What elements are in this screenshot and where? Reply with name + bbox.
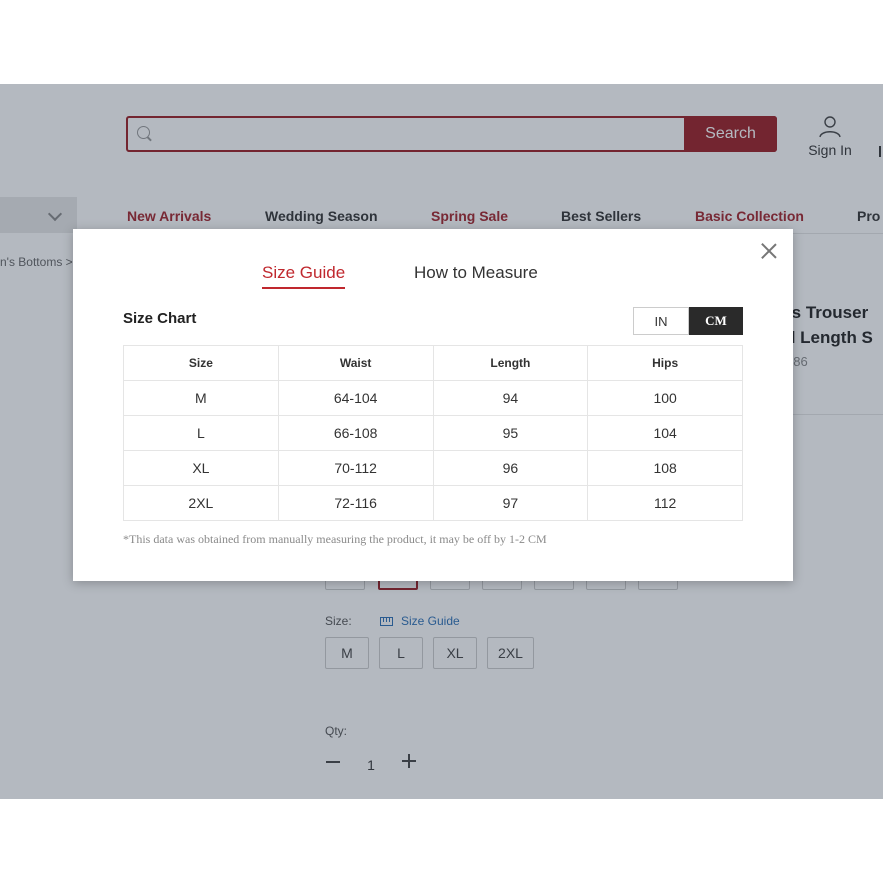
- size-chart-title: Size Chart: [123, 310, 197, 327]
- unit-cm-button[interactable]: CM: [689, 307, 743, 335]
- table-cell: 94: [432, 380, 589, 416]
- unit-toggle: IN CM: [633, 307, 743, 335]
- measurement-note: *This data was obtained from manually me…: [123, 532, 547, 546]
- table-cell: 70-112: [277, 450, 434, 486]
- column-header: Hips: [587, 345, 743, 381]
- tab-size-guide[interactable]: Size Guide: [262, 263, 346, 289]
- table-row: M 64-104 94 100: [123, 380, 743, 416]
- tab-how-to-measure[interactable]: How to Measure: [414, 263, 538, 287]
- table-cell: 108: [587, 450, 743, 486]
- table-cell: 112: [587, 485, 743, 521]
- table-cell: 97: [432, 485, 589, 521]
- table-row: 2XL 72-116 97 112: [123, 485, 743, 521]
- column-header: Size: [123, 345, 279, 381]
- table-cell: 100: [587, 380, 743, 416]
- table-cell: 64-104: [277, 380, 434, 416]
- table-cell: 95: [432, 415, 589, 451]
- table-cell: L: [123, 415, 279, 451]
- size-guide-modal: Size Guide How to Measure Size Chart IN …: [73, 229, 793, 581]
- table-cell: 2XL: [123, 485, 279, 521]
- table-header-row: Size Waist Length Hips: [123, 345, 743, 381]
- table-cell: XL: [123, 450, 279, 486]
- table-cell: M: [123, 380, 279, 416]
- column-header: Length: [432, 345, 589, 381]
- column-header: Waist: [277, 345, 434, 381]
- close-icon[interactable]: [761, 243, 777, 259]
- unit-in-button[interactable]: IN: [633, 307, 689, 335]
- table-row: L 66-108 95 104: [123, 415, 743, 451]
- table-cell: 72-116: [277, 485, 434, 521]
- table-row: XL 70-112 96 108: [123, 450, 743, 486]
- table-cell: 96: [432, 450, 589, 486]
- size-table: Size Waist Length Hips M 64-104 94 100 L…: [123, 345, 743, 521]
- table-cell: 66-108: [277, 415, 434, 451]
- table-cell: 104: [587, 415, 743, 451]
